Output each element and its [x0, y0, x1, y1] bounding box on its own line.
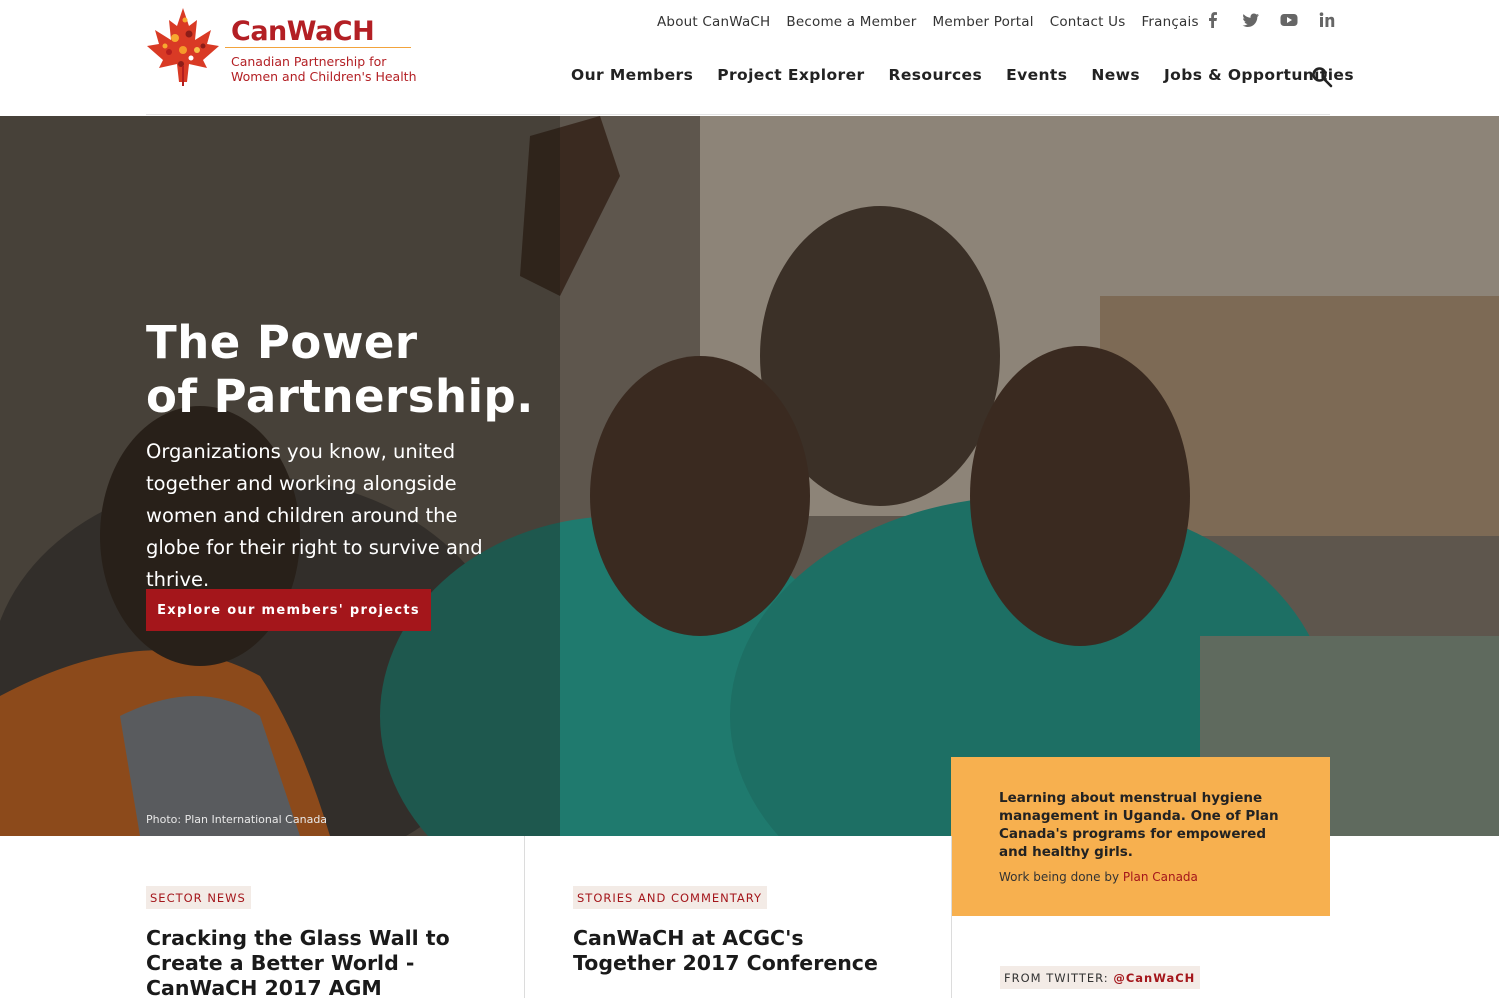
nav-contact[interactable]: Contact Us — [1050, 14, 1126, 30]
logo-tagline-line2: Women and Children's Health — [231, 69, 417, 84]
hero-subtitle: Organizations you know, united together … — [146, 440, 483, 591]
nav-about[interactable]: About CanWaCH — [657, 14, 770, 30]
photo-caption-card: Learning about menstrual hygiene managem… — [951, 757, 1330, 916]
twitter-label-prefix: FROM TWITTER: — [1004, 971, 1109, 985]
linkedin-icon[interactable] — [1317, 10, 1337, 30]
header-divider — [146, 114, 1330, 115]
hero-banner: The Power of Partnership. Organizations … — [0, 116, 1499, 836]
hero-title: The Power of Partnership. — [146, 316, 534, 424]
nav-news[interactable]: News — [1091, 66, 1140, 84]
column-divider — [524, 836, 525, 998]
explore-projects-button[interactable]: Explore our members' projects — [146, 589, 431, 631]
caption-credit-prefix: Work being done by — [999, 870, 1120, 884]
nav-language-toggle[interactable]: Français — [1141, 14, 1198, 30]
nav-project-explorer[interactable]: Project Explorer — [717, 66, 864, 84]
main-nav: Our Members Project Explorer Resources E… — [571, 66, 1378, 84]
youtube-icon[interactable] — [1279, 10, 1299, 30]
nav-our-members[interactable]: Our Members — [571, 66, 693, 84]
article-category-tag[interactable]: STORIES AND COMMENTARY — [573, 886, 768, 909]
nav-member-portal[interactable]: Member Portal — [933, 14, 1034, 30]
twitter-feed-label: FROM TWITTER: @CanWaCH — [1000, 966, 1201, 989]
utility-nav: About CanWaCH Become a Member Member Por… — [657, 14, 1215, 30]
photo-credit: Photo: Plan International Canada — [146, 813, 328, 826]
social-links — [1203, 10, 1337, 30]
article-category-tag[interactable]: SECTOR NEWS — [146, 886, 251, 909]
maple-leaf-logo-icon — [147, 8, 219, 86]
logo-divider — [225, 47, 411, 48]
twitter-icon[interactable] — [1241, 10, 1261, 30]
site-header: CanWaCH Canadian Partnership for Women a… — [0, 0, 1499, 116]
hero-title-line2: of Partnership. — [146, 370, 534, 423]
caption-credit: Work being done by Plan Canada — [999, 870, 1282, 884]
site-logo[interactable]: CanWaCH Canadian Partnership for Women a… — [145, 6, 417, 90]
nav-resources[interactable]: Resources — [889, 66, 983, 84]
article-title-link[interactable]: Cracking the Glass Wall to Create a Bett… — [146, 926, 476, 998]
facebook-icon[interactable] — [1203, 10, 1223, 30]
nav-events[interactable]: Events — [1006, 66, 1067, 84]
caption-text: Learning about menstrual hygiene managem… — [999, 790, 1279, 860]
plan-canada-link[interactable]: Plan Canada — [1123, 870, 1198, 884]
nav-become-member[interactable]: Become a Member — [786, 14, 916, 30]
twitter-handle-link[interactable]: @CanWaCH — [1113, 971, 1195, 985]
column-divider — [951, 836, 952, 998]
logo-tagline: Canadian Partnership for Women and Child… — [231, 54, 421, 84]
hero-title-line1: The Power — [146, 316, 418, 369]
search-icon[interactable] — [1311, 66, 1333, 88]
logo-wordmark: CanWaCH — [231, 16, 375, 47]
logo-tagline-line1: Canadian Partnership for — [231, 54, 387, 69]
article-title-link[interactable]: CanWaCH at ACGC's Together 2017 Conferen… — [573, 926, 903, 976]
